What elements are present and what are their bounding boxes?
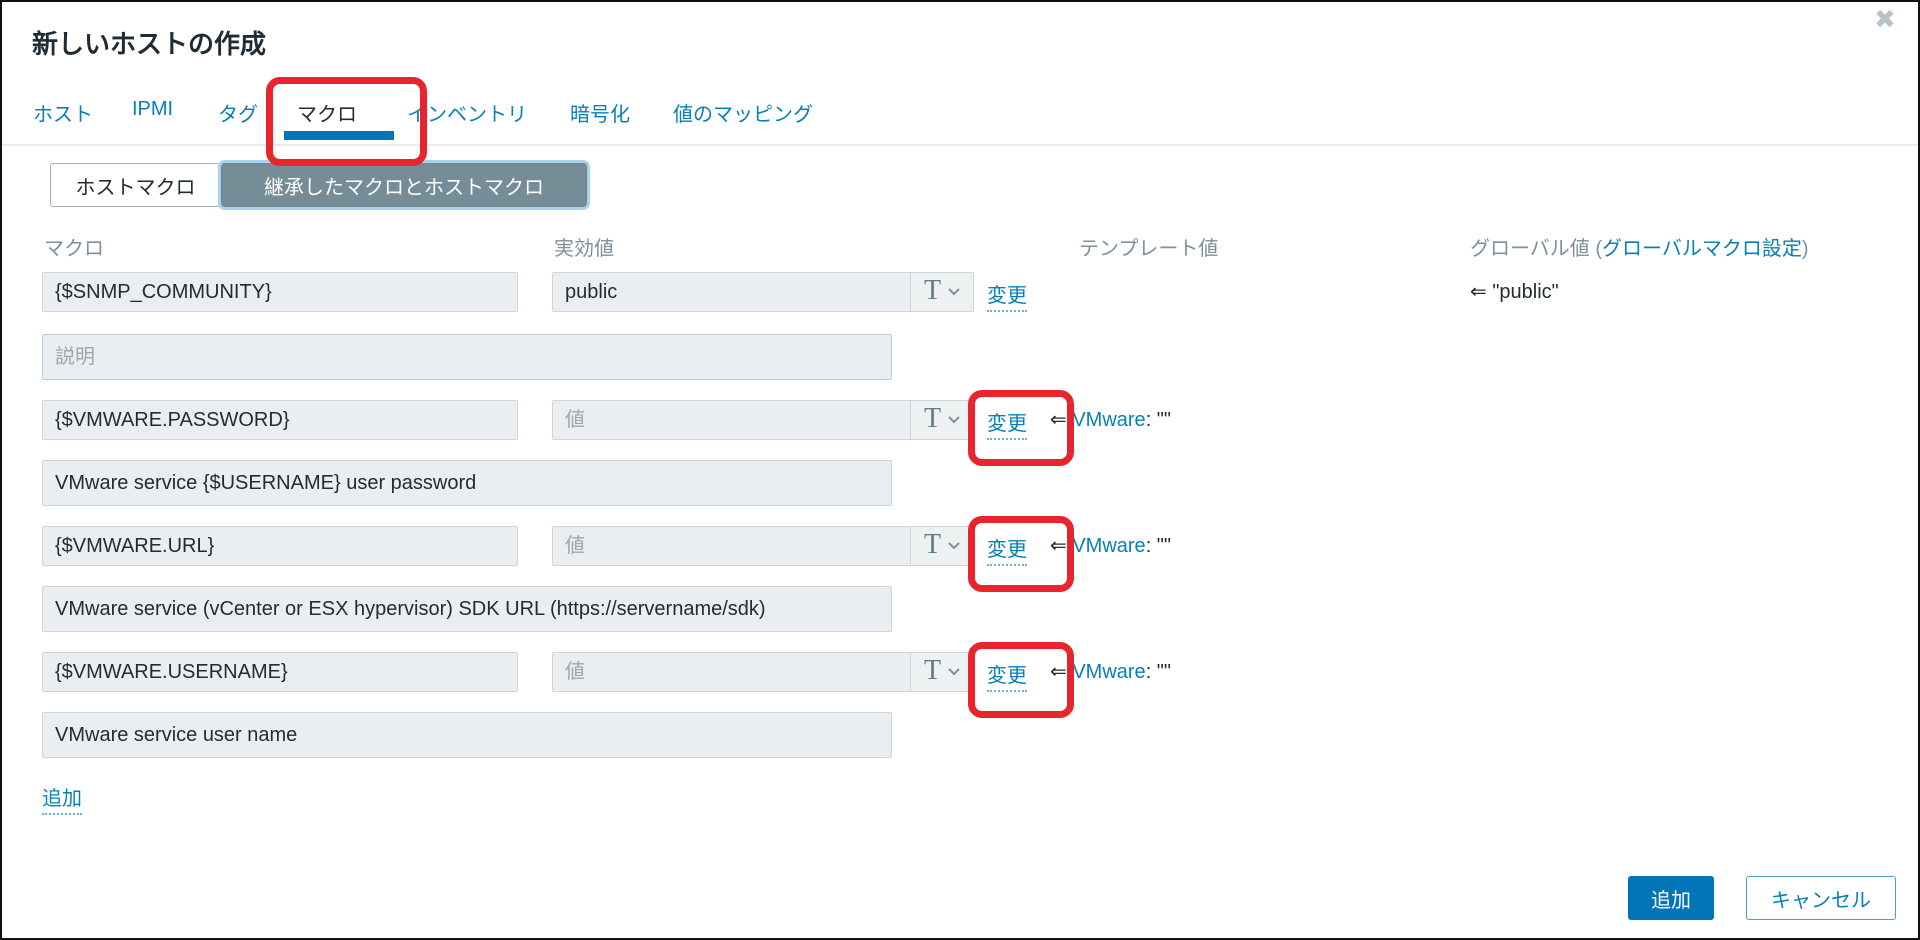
template-value-text: ⇐ VMware: "" xyxy=(1050,533,1171,558)
macro-value-group: T xyxy=(552,526,974,566)
global-value-label-close: ) xyxy=(1801,238,1809,260)
change-link[interactable]: 変更 xyxy=(987,279,1027,312)
tab-tags[interactable]: タグ xyxy=(218,98,258,127)
macro-value-group: T xyxy=(552,400,974,440)
template-vmware-link[interactable]: VMware xyxy=(1072,535,1145,557)
macro-description-input[interactable] xyxy=(42,334,892,380)
value-type-dropdown[interactable]: T xyxy=(910,527,973,565)
value-type-dropdown[interactable]: T xyxy=(910,273,973,311)
macro-name-input[interactable] xyxy=(42,272,518,312)
page-title: 新しいホストの作成 xyxy=(32,29,267,59)
macro-value-input[interactable] xyxy=(553,653,910,691)
macro-name-input[interactable] xyxy=(42,652,518,692)
toggle-host-macros[interactable]: ホストマクロ xyxy=(50,163,221,207)
tab-macros[interactable]: マクロ xyxy=(297,98,357,127)
close-icon[interactable]: ✖ xyxy=(1874,4,1896,35)
template-arrow: ⇐ xyxy=(1050,661,1067,683)
tab-inventory[interactable]: インベントリ xyxy=(407,98,527,127)
chevron-down-icon xyxy=(948,288,960,296)
global-value-text: ⇐ "public" xyxy=(1470,279,1559,304)
change-link[interactable]: 変更 xyxy=(987,659,1027,692)
macro-value-group: T xyxy=(552,272,974,312)
macro-description-input[interactable]: VMware service (vCenter or ESX hyperviso… xyxy=(42,586,892,632)
macro-value-group: T xyxy=(552,652,974,692)
text-type-icon: T xyxy=(923,402,942,434)
macro-description-input[interactable]: VMware service user name xyxy=(42,712,892,758)
template-empty-value: : "" xyxy=(1145,661,1171,683)
global-quoted-value: "public" xyxy=(1492,281,1559,303)
change-link[interactable]: 変更 xyxy=(987,407,1027,440)
tab-host[interactable]: ホスト xyxy=(33,98,93,127)
chevron-down-icon xyxy=(948,542,960,550)
macro-value-input[interactable] xyxy=(553,527,910,565)
global-value-label: グローバル値 ( xyxy=(1470,238,1603,260)
macro-name-input[interactable] xyxy=(42,526,518,566)
text-type-icon: T xyxy=(923,528,942,560)
template-value-text: ⇐ VMware: "" xyxy=(1050,407,1171,432)
template-arrow: ⇐ xyxy=(1050,535,1067,557)
tab-ipmi[interactable]: IPMI xyxy=(132,98,173,121)
template-value-text: ⇐ VMware: "" xyxy=(1050,659,1171,684)
chevron-down-icon xyxy=(948,416,960,424)
template-arrow: ⇐ xyxy=(1050,409,1067,431)
tab-encryption[interactable]: 暗号化 xyxy=(570,98,630,127)
chevron-down-icon xyxy=(948,668,960,676)
add-button[interactable]: 追加 xyxy=(1628,876,1714,920)
cancel-button[interactable]: キャンセル xyxy=(1746,876,1896,920)
column-header-template-value: テンプレート値 xyxy=(1079,238,1219,260)
create-host-dialog: ✖ 新しいホストの作成 ホスト IPMI タグ マクロ インベントリ 暗号化 値… xyxy=(0,0,1920,940)
global-arrow: ⇐ xyxy=(1470,281,1487,303)
tab-value-mapping[interactable]: 値のマッピング xyxy=(673,98,813,127)
macro-value-input[interactable] xyxy=(553,273,910,311)
active-tab-indicator xyxy=(284,131,394,140)
add-macro-link[interactable]: 追加 xyxy=(42,782,82,815)
column-header-effective-value: 実効値 xyxy=(554,238,614,260)
value-type-dropdown[interactable]: T xyxy=(910,401,973,439)
macro-name-input[interactable] xyxy=(42,400,518,440)
text-type-icon: T xyxy=(923,654,942,686)
macro-value-input[interactable] xyxy=(553,401,910,439)
template-vmware-link[interactable]: VMware xyxy=(1072,409,1145,431)
template-empty-value: : "" xyxy=(1145,409,1171,431)
toggle-inherited-macros[interactable]: 継承したマクロとホストマクロ xyxy=(221,163,587,207)
change-link[interactable]: 変更 xyxy=(987,533,1027,566)
tab-separator xyxy=(2,144,1918,146)
column-header-global-value: グローバル値 (グローバルマクロ設定) xyxy=(1470,232,1809,261)
text-type-icon: T xyxy=(923,274,942,306)
macro-description-input[interactable]: VMware service {$USERNAME} user password xyxy=(42,460,892,506)
template-vmware-link[interactable]: VMware xyxy=(1072,661,1145,683)
column-header-macro: マクロ xyxy=(44,238,104,260)
value-type-dropdown[interactable]: T xyxy=(910,653,973,691)
template-empty-value: : "" xyxy=(1145,535,1171,557)
global-macro-settings-link[interactable]: グローバルマクロ設定 xyxy=(1602,238,1802,260)
